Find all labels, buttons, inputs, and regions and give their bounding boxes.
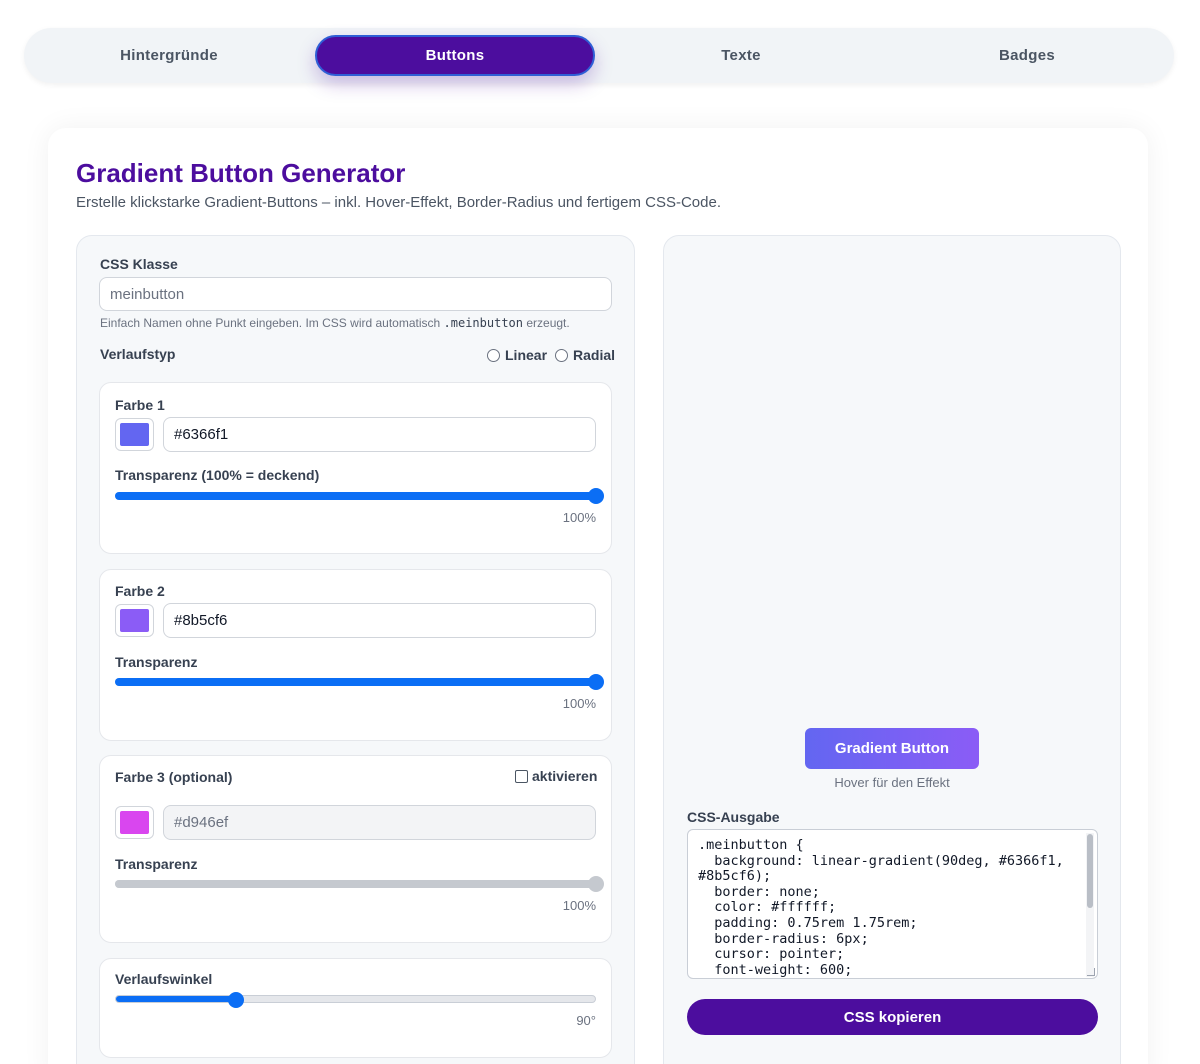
radio-radial[interactable]: Radial xyxy=(555,347,615,363)
color3-picker[interactable] xyxy=(115,806,154,839)
page-title: Gradient Button Generator xyxy=(76,158,406,188)
color1-transparency-slider[interactable] xyxy=(115,488,604,504)
checkbox-label: aktivieren xyxy=(532,768,598,784)
tab-hintergruende[interactable]: Hintergründe xyxy=(29,35,309,76)
hint-text-end: erzeugt. xyxy=(526,316,570,330)
color1-label: Farbe 1 xyxy=(115,397,165,413)
slider-thumb[interactable] xyxy=(588,488,604,504)
copy-css-button[interactable]: CSS kopieren xyxy=(687,999,1098,1035)
slider-fill xyxy=(116,996,236,1002)
page-subtitle: Erstelle klickstarke Gradient-Buttons – … xyxy=(76,194,721,211)
slider-thumb[interactable] xyxy=(588,674,604,690)
textarea-scrollbar-thumb[interactable] xyxy=(1087,834,1093,908)
preview-hint: Hover für den Effekt xyxy=(834,775,950,790)
color3-transparency-slider[interactable] xyxy=(115,876,604,892)
color1-hex-input[interactable]: #6366f1 xyxy=(163,417,596,452)
resize-handle-icon[interactable] xyxy=(1087,968,1095,976)
color1-transparency-value: 100% xyxy=(562,510,596,525)
slider-fill xyxy=(115,492,596,500)
color2-label: Farbe 2 xyxy=(115,583,165,599)
hint-text: Einfach Namen ohne Punkt eingeben. Im CS… xyxy=(100,316,441,330)
color3-transparency-value: 100% xyxy=(562,898,596,913)
color2-transparency-slider[interactable] xyxy=(115,674,604,690)
css-output-textarea[interactable]: .meinbutton { background: linear-gradien… xyxy=(687,829,1098,979)
color1-swatch xyxy=(120,423,149,446)
checkbox-box[interactable] xyxy=(515,769,528,783)
slider-thumb[interactable] xyxy=(588,876,604,892)
slider-fill xyxy=(115,678,596,686)
color2-hex-input[interactable]: #8b5cf6 xyxy=(163,603,596,638)
css-output-code: .meinbutton { background: linear-gradien… xyxy=(698,837,1064,978)
radio-linear-circle[interactable] xyxy=(487,348,500,362)
color3-label: Farbe 3 (optional) xyxy=(115,769,233,785)
slider-thumb[interactable] xyxy=(227,992,244,1008)
radio-linear[interactable]: Linear xyxy=(487,347,547,363)
color2-transparency-value: 100% xyxy=(562,696,596,711)
color3-swatch xyxy=(120,811,149,834)
hint-code: .meinbutton xyxy=(443,316,524,330)
tab-texte[interactable]: Texte xyxy=(601,35,881,76)
color3-activate-checkbox[interactable]: aktivieren xyxy=(515,768,597,784)
angle-label: Verlaufswinkel xyxy=(115,971,213,987)
color1-transparency-label: Transparenz (100% = deckend) xyxy=(115,467,320,483)
radio-linear-label: Linear xyxy=(505,347,548,363)
css-class-input[interactable]: meinbutton xyxy=(99,277,612,311)
color3-hex-input[interactable]: #d946ef xyxy=(163,805,596,840)
css-class-label: CSS Klasse xyxy=(100,256,178,272)
css-output-label: CSS-Ausgabe xyxy=(687,809,780,825)
angle-slider[interactable] xyxy=(115,992,596,1008)
css-class-hint: Einfach Namen ohne Punkt eingeben. Im CS… xyxy=(100,316,570,330)
color2-swatch xyxy=(120,609,149,632)
radio-radial-circle[interactable] xyxy=(555,348,568,362)
color1-picker[interactable] xyxy=(115,418,154,451)
color2-picker[interactable] xyxy=(115,604,154,637)
color3-transparency-label: Transparenz xyxy=(115,856,198,872)
radio-radial-label: Radial xyxy=(573,347,616,363)
preview-button[interactable]: Gradient Button xyxy=(805,728,979,769)
tab-bar: Hintergründe Buttons Texte Badges xyxy=(24,28,1174,83)
gradient-type-label: Verlaufstyp xyxy=(100,346,176,362)
angle-value: 90° xyxy=(576,1013,596,1028)
tab-badges[interactable]: Badges xyxy=(887,35,1167,76)
color2-transparency-label: Transparenz xyxy=(115,654,198,670)
slider-fill xyxy=(115,880,596,888)
tab-buttons[interactable]: Buttons xyxy=(315,35,595,76)
